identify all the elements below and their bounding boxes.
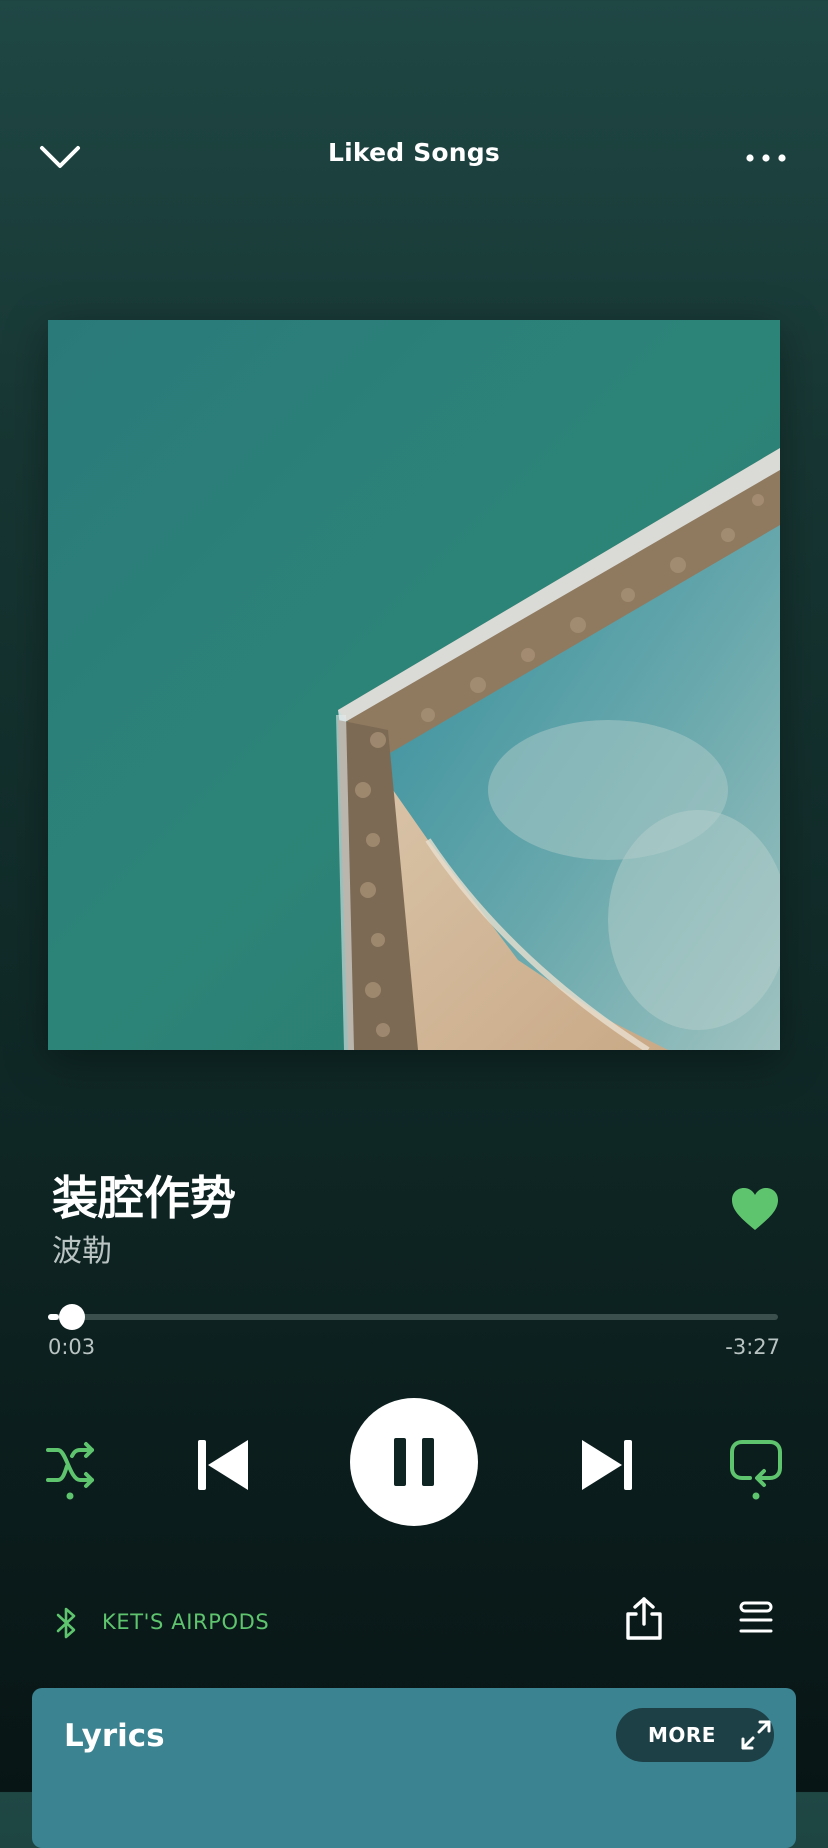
bluetooth-icon xyxy=(56,1606,76,1640)
heart-icon[interactable] xyxy=(730,1186,780,1232)
album-artwork xyxy=(48,320,780,1050)
remaining-time: -3:27 xyxy=(725,1335,780,1359)
lyrics-title: Lyrics xyxy=(64,1718,165,1754)
queue-icon[interactable] xyxy=(738,1600,774,1636)
previous-button[interactable] xyxy=(196,1434,252,1494)
repeat-icon xyxy=(730,1440,782,1500)
repeat-button[interactable] xyxy=(728,1434,784,1502)
lyrics-more-button[interactable]: MORE xyxy=(616,1708,774,1762)
more-horizontal-icon[interactable] xyxy=(744,150,788,164)
skip-previous-icon xyxy=(198,1440,248,1490)
skip-next-icon xyxy=(582,1440,632,1490)
song-title: 装腔作势 xyxy=(52,1171,236,1225)
connected-device-label[interactable]: KET'S AIRPODS xyxy=(102,1610,269,1634)
progress-track[interactable] xyxy=(48,1314,778,1320)
lyrics-more-label: MORE xyxy=(648,1723,716,1747)
progress-handle[interactable] xyxy=(59,1304,85,1330)
shuffle-icon xyxy=(46,1442,94,1500)
elapsed-time: 0:03 xyxy=(48,1335,96,1359)
expand-icon xyxy=(741,1720,771,1750)
progress-fill xyxy=(48,1314,59,1320)
share-icon[interactable] xyxy=(624,1596,664,1640)
song-artist[interactable]: 波勒 xyxy=(52,1226,112,1270)
next-button[interactable] xyxy=(578,1434,634,1494)
pause-button[interactable] xyxy=(350,1398,478,1526)
shuffle-button[interactable] xyxy=(44,1436,100,1500)
pause-icon xyxy=(394,1438,434,1486)
page-title: Liked Songs xyxy=(328,138,500,167)
